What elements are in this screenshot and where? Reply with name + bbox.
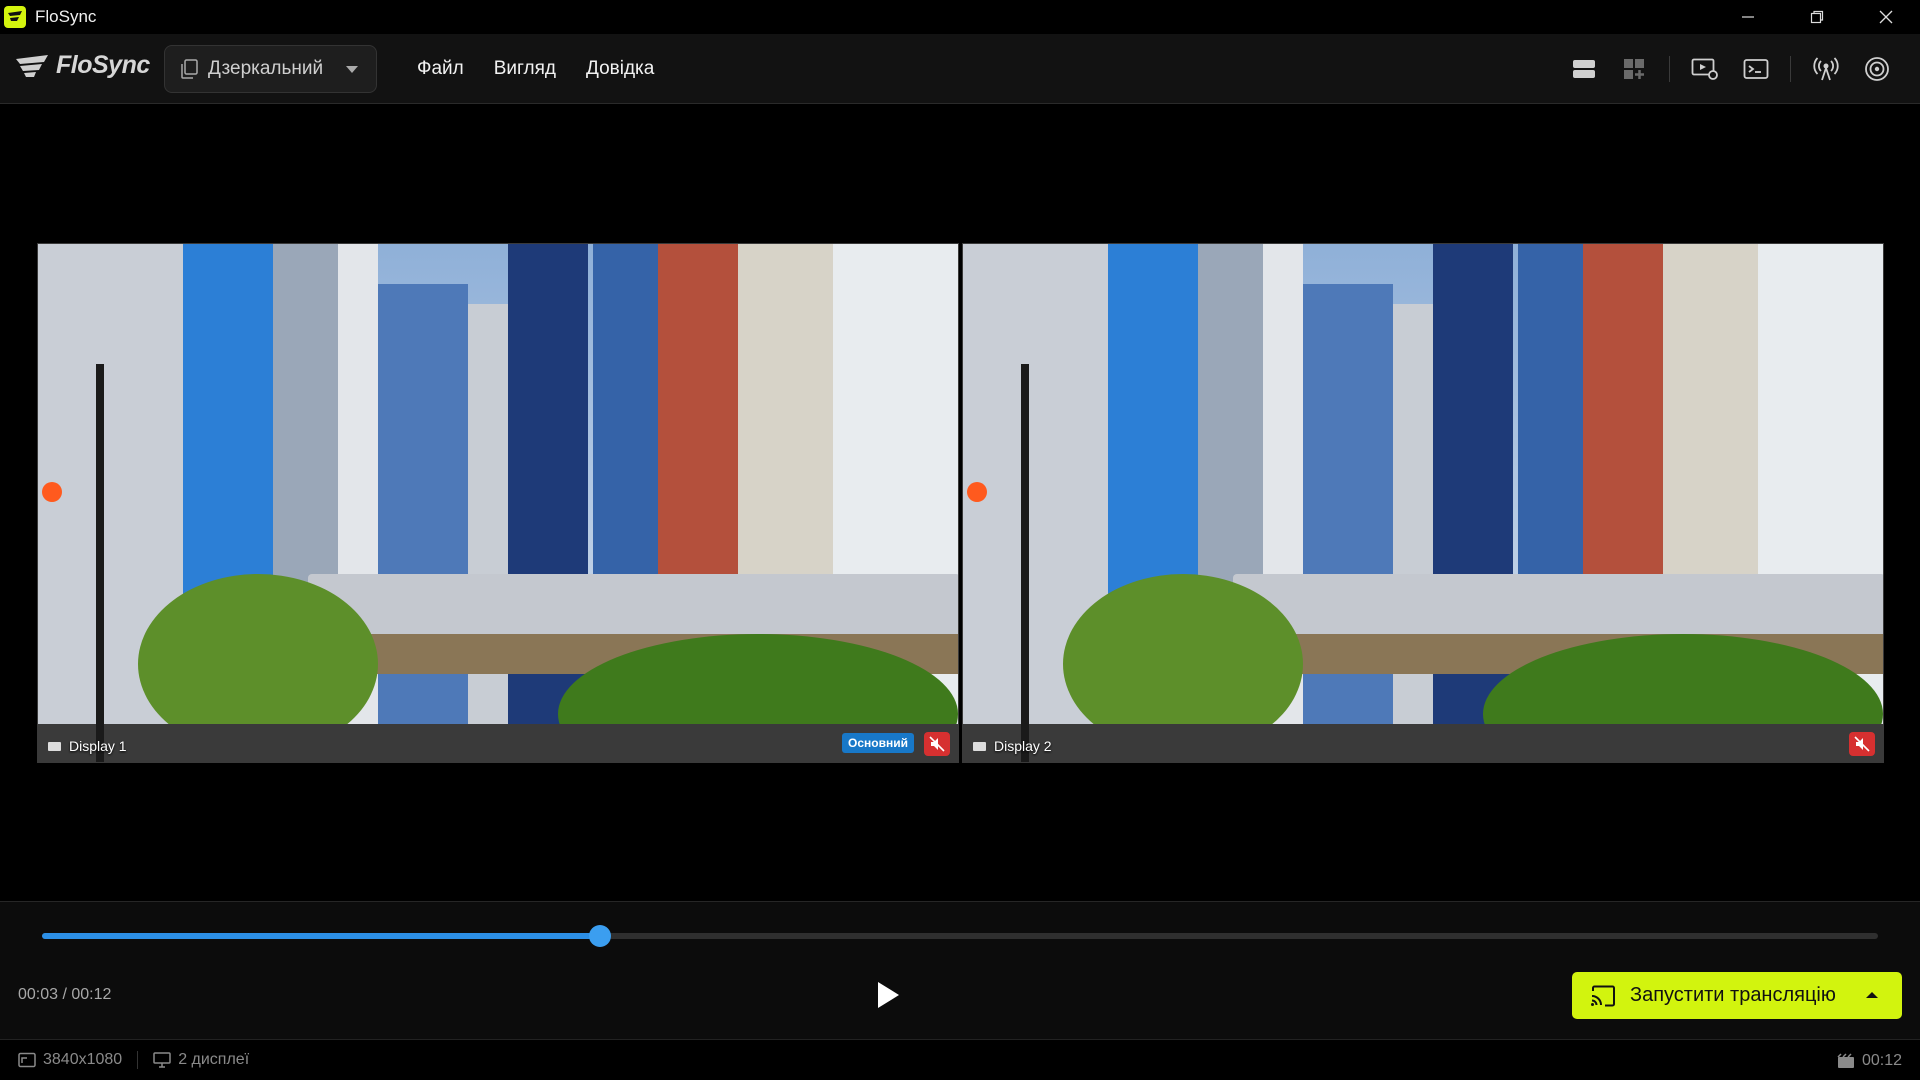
city-scene-image [963,244,1883,762]
logo-text: FloSync [56,51,150,79]
duration-status: 00:12 [1837,1040,1902,1080]
airplay-button[interactable] [1851,47,1902,91]
display-label: Display 1 [48,738,127,754]
monitor-icon [153,1052,171,1068]
display-settings-icon [1691,58,1718,80]
close-button[interactable] [1851,0,1920,34]
seek-bar[interactable] [42,925,1878,947]
displays-count-text: 2 дисплеї [178,1051,250,1068]
toolbar-divider [1669,56,1670,82]
primary-badge: Основний [842,733,914,753]
mute-button[interactable] [1849,732,1875,756]
app-icon [4,6,26,28]
display-label: Display 2 [973,738,1052,754]
restore-button[interactable] [1782,0,1851,34]
layout-grid-button[interactable] [1609,47,1660,91]
title-bar: FloSync [0,0,1920,34]
play-button[interactable] [870,977,906,1013]
main-menu: Файл Вигляд Довідка [417,34,654,104]
restore-icon [1810,10,1823,24]
status-divider [137,1051,139,1069]
menu-view[interactable]: Вигляд [494,58,556,80]
window-title: FloSync [35,7,97,26]
display-icon [48,741,61,751]
mode-select[interactable]: Дзеркальний [164,45,377,93]
airplay-icon [1864,57,1889,81]
toolbar [1558,34,1902,104]
logo-icon [16,54,48,77]
layout-rows-button[interactable] [1558,47,1609,91]
terminal-icon [1743,59,1768,79]
film-icon [1837,1052,1854,1068]
playback-controls: 00:03 / 00:12 Запустити трансляцію [0,901,1920,1039]
resolution-status: 3840x1080 [18,1051,122,1069]
toolbar-divider [1790,56,1791,82]
mute-button[interactable] [924,732,950,756]
display-preview-2[interactable]: Display 2 [962,243,1884,763]
menu-help[interactable]: Довідка [586,58,654,80]
copy-icon [181,59,198,79]
muted-speaker-icon [1854,736,1870,752]
mode-select-value: Дзеркальний [208,58,324,79]
broadcast-button[interactable] [1800,47,1851,91]
terminal-button[interactable] [1730,47,1781,91]
playback-time: 00:03 / 00:12 [18,986,112,1003]
menu-bar: FloSync Дзеркальний Файл Вигляд Довідка [0,34,1920,104]
display-icon [973,741,986,751]
display-settings-button[interactable] [1679,47,1730,91]
status-bar: 3840x1080 2 дисплеї 00:12 [0,1039,1920,1080]
city-scene-image [38,244,958,762]
display-preview-1[interactable]: Display 1 Основний [37,243,959,763]
resolution-icon [18,1052,36,1068]
minimize-button[interactable] [1713,0,1782,34]
seek-bar-progress [42,933,601,939]
displays-status: 2 дисплеї [153,1051,249,1069]
muted-speaker-icon [929,736,945,752]
layout-rows-icon [1572,60,1595,78]
resolution-text: 3840x1080 [43,1051,123,1068]
chevron-up-icon[interactable] [1866,992,1878,998]
layout-grid-icon [1623,59,1644,79]
duration-text: 00:12 [1861,1051,1902,1069]
start-broadcast-label: Запустити трансляцію [1630,984,1836,1006]
close-icon [1879,10,1892,24]
display-name: Display 1 [69,738,127,754]
chevron-down-icon [346,66,358,73]
logo: FloSync [14,51,150,80]
window-controls [1713,0,1920,34]
preview-area: Display 1 Основний Display 2 [0,105,1920,901]
menu-file[interactable]: Файл [417,58,464,80]
seek-bar-handle[interactable] [589,925,612,947]
start-broadcast-button[interactable]: Запустити трансляцію [1572,972,1902,1019]
play-icon [878,982,899,1008]
cast-icon [1591,985,1615,1006]
display-name: Display 2 [994,738,1052,754]
broadcast-icon [1812,57,1839,81]
minimize-icon [1741,16,1754,18]
